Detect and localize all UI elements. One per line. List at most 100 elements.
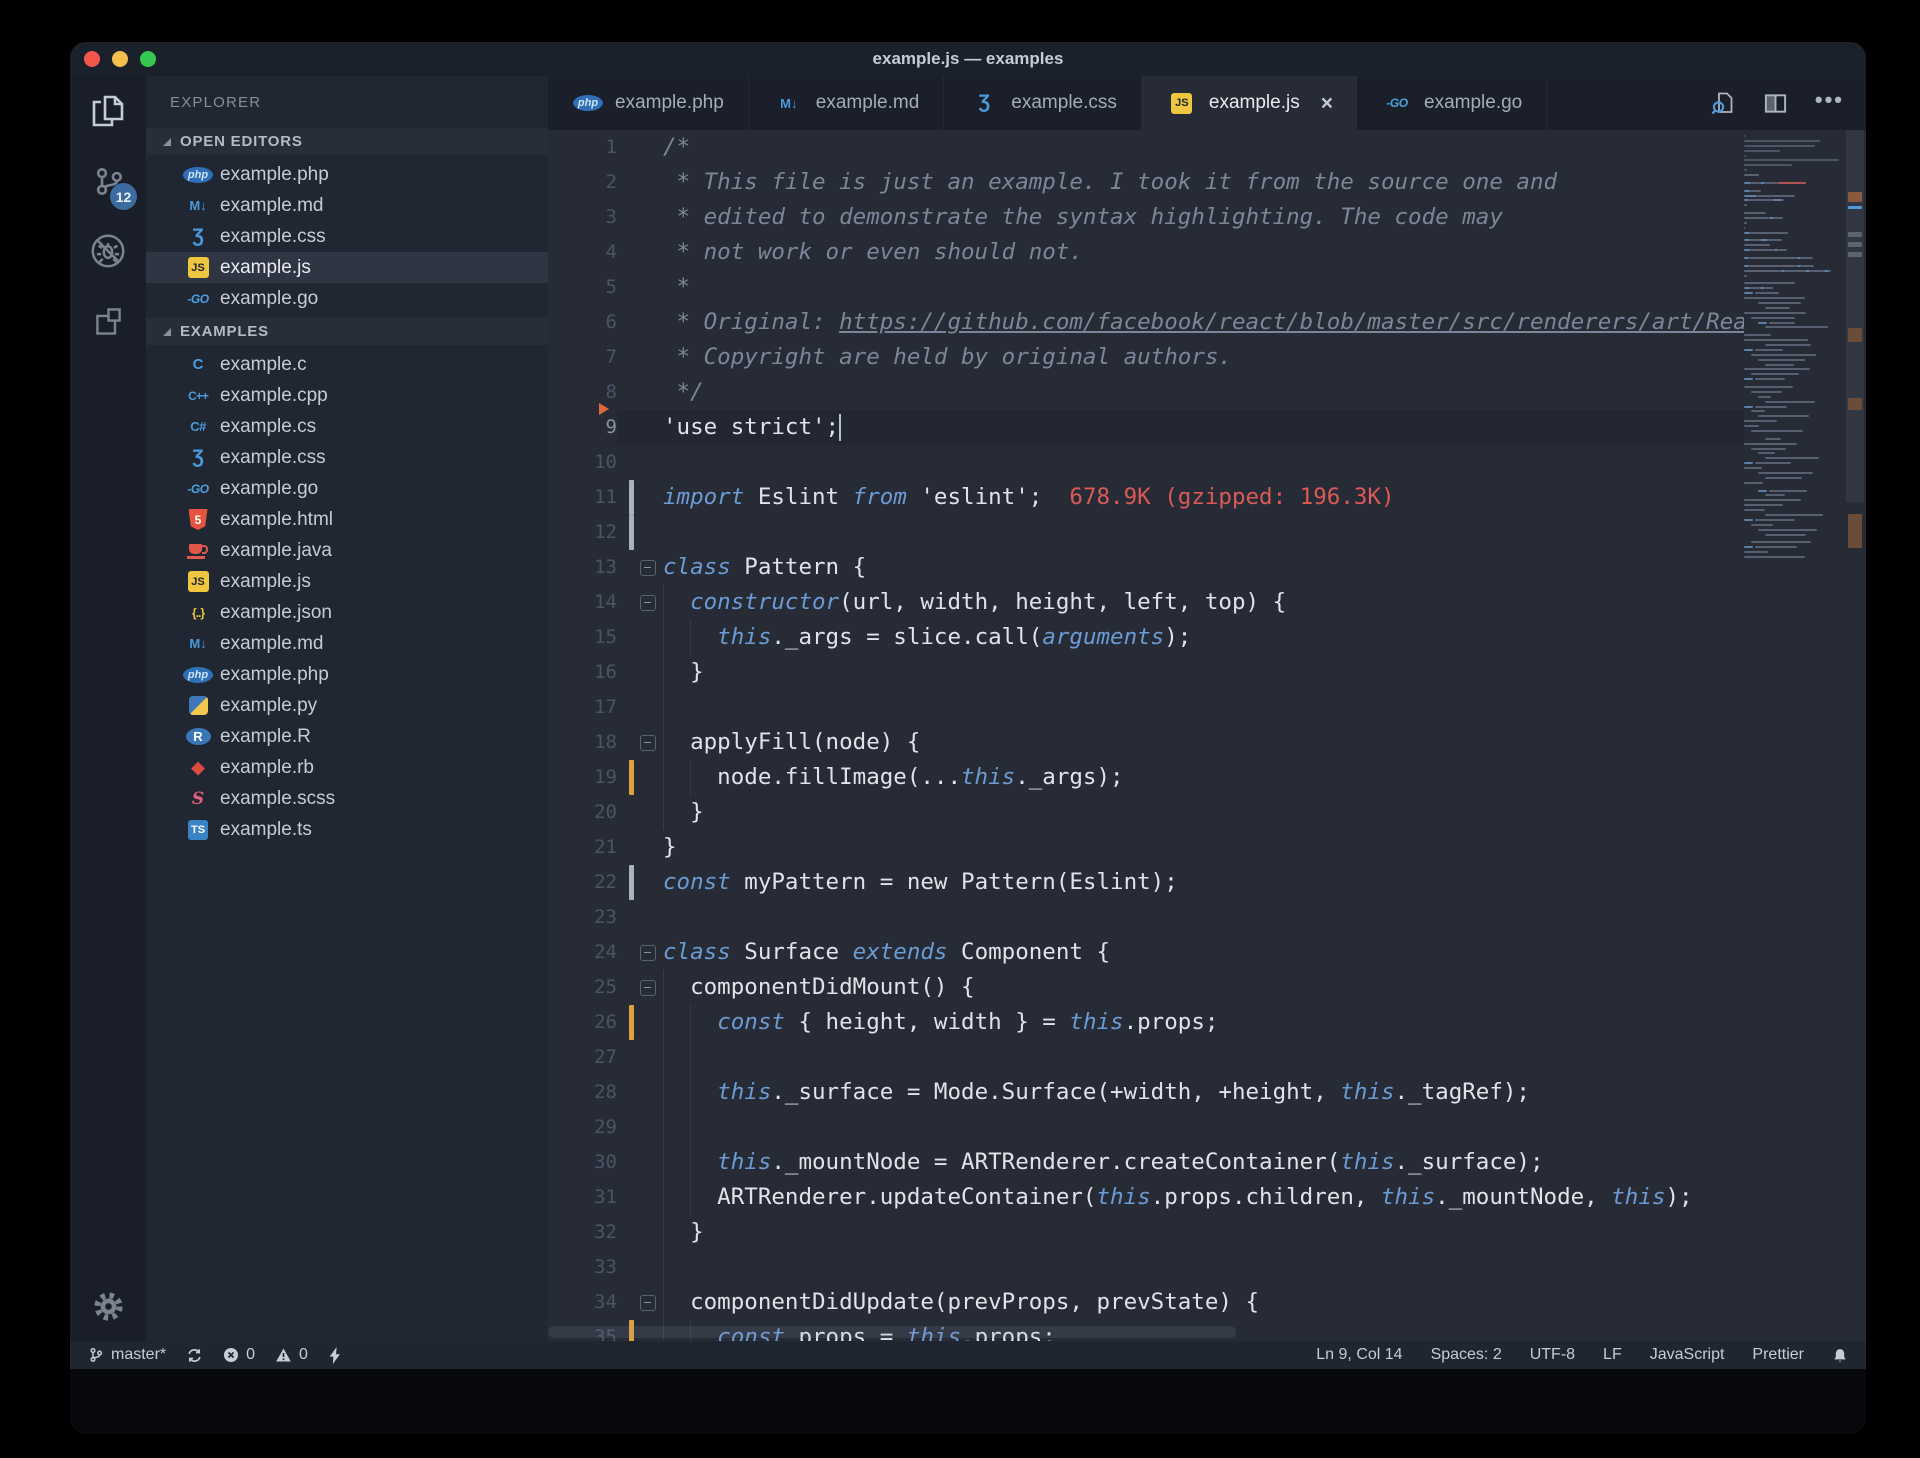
code-line[interactable]: 9 'use strict'; bbox=[548, 403, 1866, 445]
code-line[interactable]: 14 constructor(url, width, height, left,… bbox=[548, 585, 1866, 620]
code-line[interactable]: 1 /* bbox=[548, 130, 1866, 165]
code-line[interactable]: 8 */ bbox=[548, 375, 1866, 410]
tab-example.css[interactable]: Ʒexample.css bbox=[944, 76, 1142, 130]
status-errors[interactable]: 0 bbox=[223, 1346, 255, 1364]
file-item-example.html[interactable]: 5 example.html bbox=[146, 504, 548, 535]
status-encoding[interactable]: UTF-8 bbox=[1530, 1346, 1575, 1364]
file-item-example.java[interactable]: example.java bbox=[146, 535, 548, 566]
horizontal-scrollbar[interactable] bbox=[548, 1326, 1236, 1338]
file-item-example.php[interactable]: php example.php bbox=[146, 159, 548, 190]
code-line[interactable]: 22 const myPattern = new Pattern(Eslint); bbox=[548, 865, 1866, 900]
status-cursor-position[interactable]: Ln 9, Col 14 bbox=[1316, 1346, 1402, 1364]
code-line[interactable]: 31 ARTRenderer.updateContainer(this.prop… bbox=[548, 1180, 1866, 1215]
tab-label: example.go bbox=[1424, 92, 1523, 113]
code-line[interactable]: 20 } bbox=[548, 795, 1866, 830]
code-line[interactable]: 16 } bbox=[548, 655, 1866, 690]
split-editor-icon[interactable] bbox=[1763, 91, 1788, 116]
fold-marker-icon[interactable] bbox=[639, 1285, 656, 1320]
code-line[interactable]: 24 class Surface extends Component { bbox=[548, 935, 1866, 970]
code-line[interactable]: 18 applyFill(node) { bbox=[548, 725, 1866, 760]
fold-marker-icon[interactable] bbox=[639, 585, 656, 620]
activity-item-source-control[interactable]: 12 bbox=[70, 146, 146, 216]
code-line[interactable]: 19 node.fillImage(...this._args); bbox=[548, 760, 1866, 795]
file-item-example.js[interactable]: JS example.js bbox=[146, 566, 548, 597]
file-item-example.R[interactable]: Rexample.R bbox=[146, 721, 548, 752]
vertical-scrollbar[interactable] bbox=[1844, 130, 1866, 1341]
code-line[interactable]: 6 * Original: https://github.com/faceboo… bbox=[548, 305, 1866, 340]
code-line[interactable]: 15 this._args = slice.call(arguments); bbox=[548, 620, 1866, 655]
tab-example.php[interactable]: php example.php bbox=[548, 76, 749, 130]
file-item-example.php[interactable]: php example.php bbox=[146, 659, 548, 690]
code-line[interactable]: 26 const { height, width } = this.props; bbox=[548, 1005, 1866, 1040]
line-number: 14 bbox=[594, 591, 617, 613]
code-line[interactable]: 32 } bbox=[548, 1215, 1866, 1250]
code-text: 'use strict'; bbox=[663, 414, 842, 441]
file-item-example.go[interactable]: -GO example.go bbox=[146, 283, 548, 314]
file-item-example.go[interactable]: -GO example.go bbox=[146, 473, 548, 504]
code-line[interactable]: 21} bbox=[548, 830, 1866, 865]
status-sync[interactable] bbox=[186, 1347, 203, 1364]
file-item-example.c[interactable]: Cexample.c bbox=[146, 349, 548, 380]
file-item-example.cpp[interactable]: C++ example.cpp bbox=[146, 380, 548, 411]
code-line[interactable]: 10 bbox=[548, 445, 1866, 480]
file-item-example.json[interactable]: {..} example.json bbox=[146, 597, 548, 628]
code-line[interactable]: 2 * This file is just an example. I took… bbox=[548, 165, 1866, 200]
minimap[interactable] bbox=[1744, 130, 1844, 1341]
fold-marker-icon[interactable] bbox=[639, 935, 656, 970]
file-item-example.ts[interactable]: TS example.ts bbox=[146, 814, 548, 845]
fold-marker-icon[interactable] bbox=[639, 550, 656, 585]
code-line[interactable]: 5 * bbox=[548, 270, 1866, 305]
file-item-example.css[interactable]: Ʒexample.css bbox=[146, 221, 548, 252]
code-line[interactable]: 23 bbox=[548, 900, 1866, 935]
file-item-example.css[interactable]: Ʒexample.css bbox=[146, 442, 548, 473]
status-language-mode[interactable]: JavaScript bbox=[1650, 1346, 1725, 1364]
code-line[interactable]: 29 bbox=[548, 1110, 1866, 1145]
code-line[interactable]: 28 this._surface = Mode.Surface(+width, … bbox=[548, 1075, 1866, 1110]
status-warnings[interactable]: 0 bbox=[275, 1346, 308, 1364]
file-item-example.scss[interactable]: Sexample.scss bbox=[146, 783, 548, 814]
open-preview-icon[interactable] bbox=[1710, 90, 1736, 116]
close-tab-icon[interactable]: × bbox=[1321, 93, 1333, 114]
code-line[interactable]: 3 * edited to demonstrate the syntax hig… bbox=[548, 200, 1866, 235]
activity-item-debug[interactable] bbox=[70, 216, 146, 286]
file-item-example.cs[interactable]: C# example.cs bbox=[146, 411, 548, 442]
file-item-example.rb[interactable]: ◆ example.rb bbox=[146, 752, 548, 783]
status-git-branch[interactable]: master* bbox=[88, 1346, 166, 1364]
code-line[interactable]: 34 componentDidUpdate(prevProps, prevSta… bbox=[548, 1285, 1866, 1320]
code-editor[interactable]: 1 /* 2 * This file is just an example. I t… bbox=[548, 130, 1866, 1341]
status-indentation[interactable]: Spaces: 2 bbox=[1431, 1346, 1502, 1364]
status-notifications[interactable] bbox=[1832, 1347, 1848, 1364]
code-line[interactable]: 13 class Pattern { bbox=[548, 550, 1866, 585]
code-line[interactable]: 12 bbox=[548, 515, 1866, 550]
status-feedback[interactable] bbox=[328, 1346, 342, 1364]
section-header-examples[interactable]: EXAMPLES bbox=[146, 318, 548, 345]
more-actions-icon[interactable]: ••• bbox=[1815, 89, 1844, 112]
status-formatter[interactable]: Prettier bbox=[1752, 1346, 1804, 1364]
activity-item-explorer[interactable] bbox=[70, 76, 146, 146]
status-eol[interactable]: LF bbox=[1603, 1346, 1622, 1364]
code-line[interactable]: 11 import Eslint from 'eslint'; 678.9K (g… bbox=[548, 480, 1866, 515]
scrollbar-slider[interactable] bbox=[1846, 130, 1864, 502]
code-line[interactable]: 27 bbox=[548, 1040, 1866, 1075]
file-item-example.py[interactable]: example.py bbox=[146, 690, 548, 721]
section-header-open-editors[interactable]: OPEN EDITORS bbox=[146, 128, 548, 155]
fold-marker-icon[interactable] bbox=[639, 725, 656, 760]
activity-item-extensions[interactable] bbox=[70, 286, 146, 356]
file-item-example.js[interactable]: JS example.js bbox=[146, 252, 548, 283]
tab-example.js[interactable]: JS example.js × bbox=[1141, 76, 1357, 130]
minimize-window-button[interactable] bbox=[112, 51, 128, 67]
activity-item-settings[interactable] bbox=[70, 1271, 146, 1341]
code-line[interactable]: 33 bbox=[548, 1250, 1866, 1285]
file-item-example.md[interactable]: M↓ example.md bbox=[146, 628, 548, 659]
fold-marker-icon[interactable] bbox=[639, 970, 656, 1005]
tab-example.go[interactable]: -GO example.go bbox=[1357, 76, 1548, 130]
code-line[interactable]: 4 * not work or even should not. bbox=[548, 235, 1866, 270]
file-item-example.md[interactable]: M↓ example.md bbox=[146, 190, 548, 221]
code-line[interactable]: 7 * Copyright are held by original autho… bbox=[548, 340, 1866, 375]
tab-example.md[interactable]: M↓ example.md bbox=[749, 76, 945, 130]
close-window-button[interactable] bbox=[84, 51, 100, 67]
zoom-window-button[interactable] bbox=[140, 51, 156, 67]
code-line[interactable]: 30 this._mountNode = ARTRenderer.createC… bbox=[548, 1145, 1866, 1180]
code-line[interactable]: 17 bbox=[548, 690, 1866, 725]
code-line[interactable]: 25 componentDidMount() { bbox=[548, 970, 1866, 1005]
